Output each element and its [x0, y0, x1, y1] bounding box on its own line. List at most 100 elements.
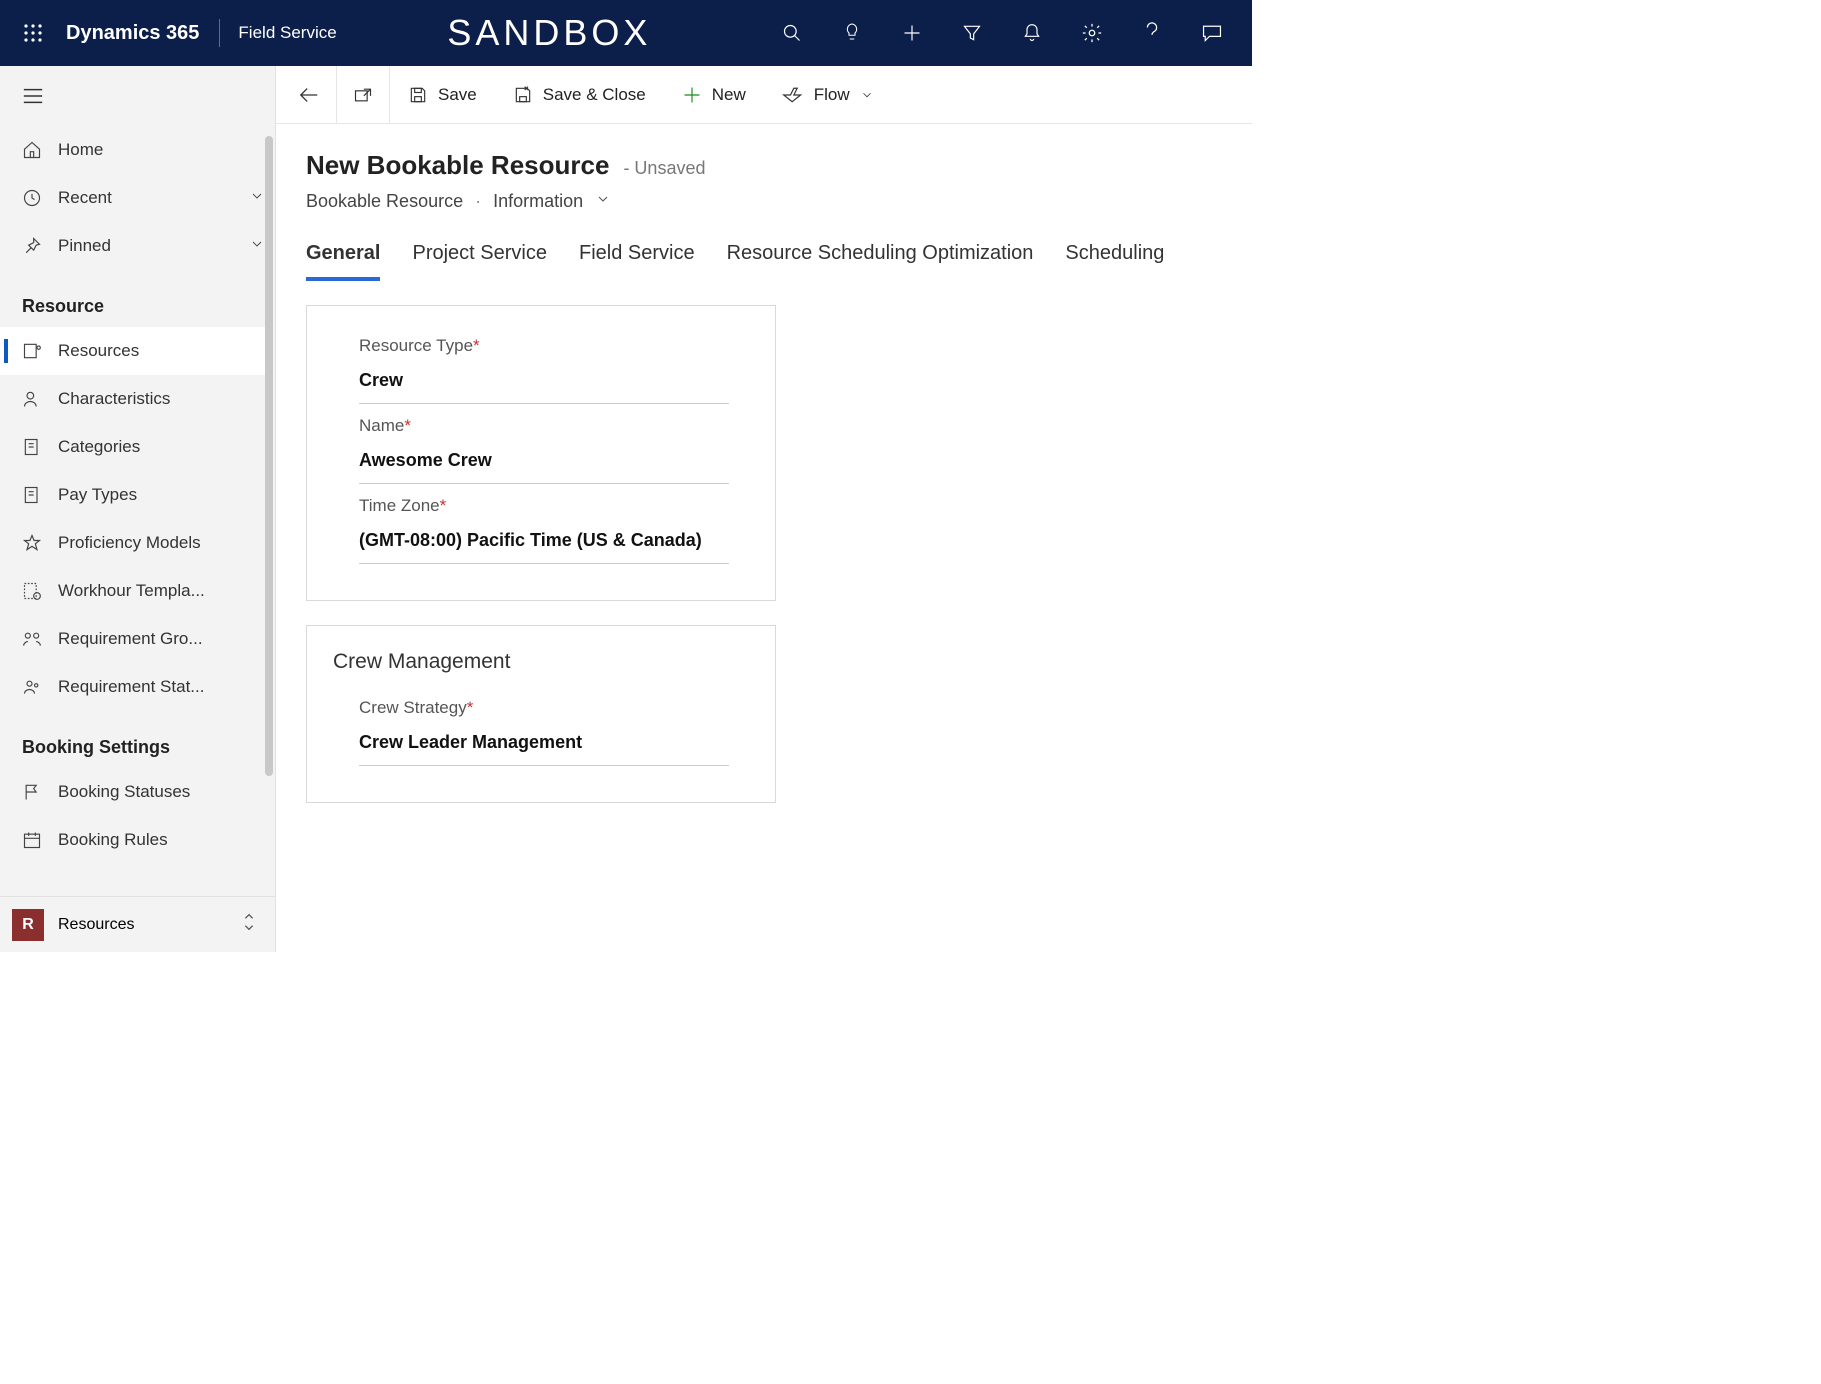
tab-field-service[interactable]: Field Service — [579, 242, 695, 281]
bell-icon — [1022, 22, 1042, 44]
sidebar-heading-booking: Booking Settings — [0, 711, 265, 768]
field-value[interactable]: (GMT-08:00) Pacific Time (US & Canada) — [359, 516, 729, 564]
sidebar-item-pinned[interactable]: Pinned — [0, 222, 265, 270]
back-button[interactable] — [282, 66, 337, 124]
entity-name: Bookable Resource — [306, 191, 463, 212]
required-mark: * — [404, 416, 411, 435]
sidebar-item-paytypes[interactable]: Pay Types — [0, 471, 265, 519]
flow-icon — [782, 86, 804, 104]
advanced-find-button[interactable] — [942, 0, 1002, 66]
sidebar-item-label: Pay Types — [58, 485, 137, 505]
resource-icon — [22, 341, 42, 361]
notifications-button[interactable] — [1002, 0, 1062, 66]
tab-scheduling[interactable]: Scheduling — [1065, 242, 1164, 281]
page-title: New Bookable Resource — [306, 150, 609, 181]
sidebar-item-label: Characteristics — [58, 389, 170, 409]
sidebar-item-resources[interactable]: Resources — [0, 327, 265, 375]
flow-button[interactable]: Flow — [764, 66, 892, 124]
chevron-down-icon — [249, 236, 265, 252]
save-close-icon — [513, 85, 533, 105]
sidebar-heading-resource: Resource — [0, 270, 265, 327]
document-icon — [22, 437, 42, 457]
sidebar-item-label: Pinned — [58, 236, 111, 256]
sidebar-item-workhour[interactable]: Workhour Templa... — [0, 567, 265, 615]
group-icon — [22, 629, 42, 649]
chevron-down-icon — [860, 88, 874, 102]
help-button[interactable] — [1122, 0, 1182, 66]
document-icon — [22, 485, 42, 505]
crew-card: Crew Management Crew Strategy* Crew Lead… — [306, 625, 776, 803]
required-mark: * — [440, 496, 447, 515]
area-switcher[interactable]: R Resources — [0, 896, 275, 952]
save-button[interactable]: Save — [390, 66, 495, 124]
star-icon — [22, 533, 42, 553]
cmd-label: Flow — [814, 85, 850, 105]
plus-icon — [682, 85, 702, 105]
quick-create-button[interactable] — [882, 0, 942, 66]
field-label: Resource Type — [359, 336, 473, 355]
sidebar-item-reqstatus[interactable]: Requirement Stat... — [0, 663, 265, 711]
new-button[interactable]: New — [664, 66, 764, 124]
tab-project-service[interactable]: Project Service — [412, 242, 547, 281]
main-area: Save Save & Close New Flow New Bookable … — [276, 66, 1252, 952]
card-heading: Crew Management — [333, 650, 749, 674]
field-value[interactable]: Awesome Crew — [359, 436, 729, 484]
sidebar-item-label: Resources — [58, 341, 139, 361]
general-card: Resource Type* Crew Name* Awesome Crew T… — [306, 305, 776, 601]
sidebar-scrollbar[interactable] — [265, 136, 273, 776]
app-name[interactable]: Field Service — [238, 23, 336, 43]
product-name[interactable]: Dynamics 365 — [56, 22, 219, 45]
tab-rso[interactable]: Resource Scheduling Optimization — [727, 242, 1034, 281]
sidebar-item-characteristics[interactable]: Characteristics — [0, 375, 265, 423]
sidebar-item-home[interactable]: Home — [0, 126, 265, 174]
field-resource-type[interactable]: Resource Type* Crew — [333, 330, 749, 404]
arrow-left-icon — [298, 86, 320, 104]
home-icon — [22, 140, 42, 160]
chevron-down-icon — [249, 188, 265, 204]
sidebar-item-label: Booking Statuses — [58, 782, 190, 802]
sidebar-toggle-button[interactable] — [0, 66, 275, 126]
required-mark: * — [473, 336, 480, 355]
flag-icon — [22, 782, 42, 802]
field-value[interactable]: Crew — [359, 356, 729, 404]
assistant-button[interactable] — [822, 0, 882, 66]
save-icon — [408, 85, 428, 105]
form-tabs: General Project Service Field Service Re… — [306, 242, 1222, 281]
chat-icon — [1201, 23, 1223, 43]
sidebar-nav: Home Recent Pinned Resource Resources Ch… — [0, 126, 275, 896]
app-launcher-button[interactable] — [10, 23, 56, 43]
field-name[interactable]: Name* Awesome Crew — [333, 410, 749, 484]
sidebar-item-categories[interactable]: Categories — [0, 423, 265, 471]
sidebar-item-label: Requirement Stat... — [58, 677, 204, 697]
area-label: Resources — [58, 916, 134, 934]
popout-icon — [353, 86, 373, 104]
sidebar-item-label: Booking Rules — [58, 830, 168, 850]
sidebar-item-proficiency[interactable]: Proficiency Models — [0, 519, 265, 567]
save-close-button[interactable]: Save & Close — [495, 66, 664, 124]
sidebar-item-bookingstatuses[interactable]: Booking Statuses — [0, 768, 265, 816]
area-badge: R — [12, 909, 44, 941]
cmd-label: Save & Close — [543, 85, 646, 105]
sidebar-item-bookingrules[interactable]: Booking Rules — [0, 816, 265, 864]
command-bar: Save Save & Close New Flow — [276, 66, 1252, 124]
required-mark: * — [467, 698, 474, 717]
form-selector-button[interactable] — [595, 191, 611, 212]
funnel-icon — [962, 23, 982, 43]
search-button[interactable] — [762, 0, 822, 66]
settings-button[interactable] — [1062, 0, 1122, 66]
chat-button[interactable] — [1182, 0, 1242, 66]
save-state: - Unsaved — [623, 158, 705, 179]
global-top-bar: Dynamics 365 Field Service SANDBOX — [0, 0, 1252, 66]
cmd-label: New — [712, 85, 746, 105]
field-value[interactable]: Crew Leader Management — [359, 718, 729, 766]
field-label: Time Zone — [359, 496, 440, 515]
sidebar-item-recent[interactable]: Recent — [0, 174, 265, 222]
question-icon — [1144, 22, 1160, 44]
field-crew-strategy[interactable]: Crew Strategy* Crew Leader Management — [333, 692, 749, 766]
field-label: Name — [359, 416, 404, 435]
people-icon — [22, 677, 42, 697]
field-timezone[interactable]: Time Zone* (GMT-08:00) Pacific Time (US … — [333, 490, 749, 564]
sidebar-item-reqgroups[interactable]: Requirement Gro... — [0, 615, 265, 663]
tab-general[interactable]: General — [306, 242, 380, 281]
open-new-window-button[interactable] — [337, 66, 390, 124]
